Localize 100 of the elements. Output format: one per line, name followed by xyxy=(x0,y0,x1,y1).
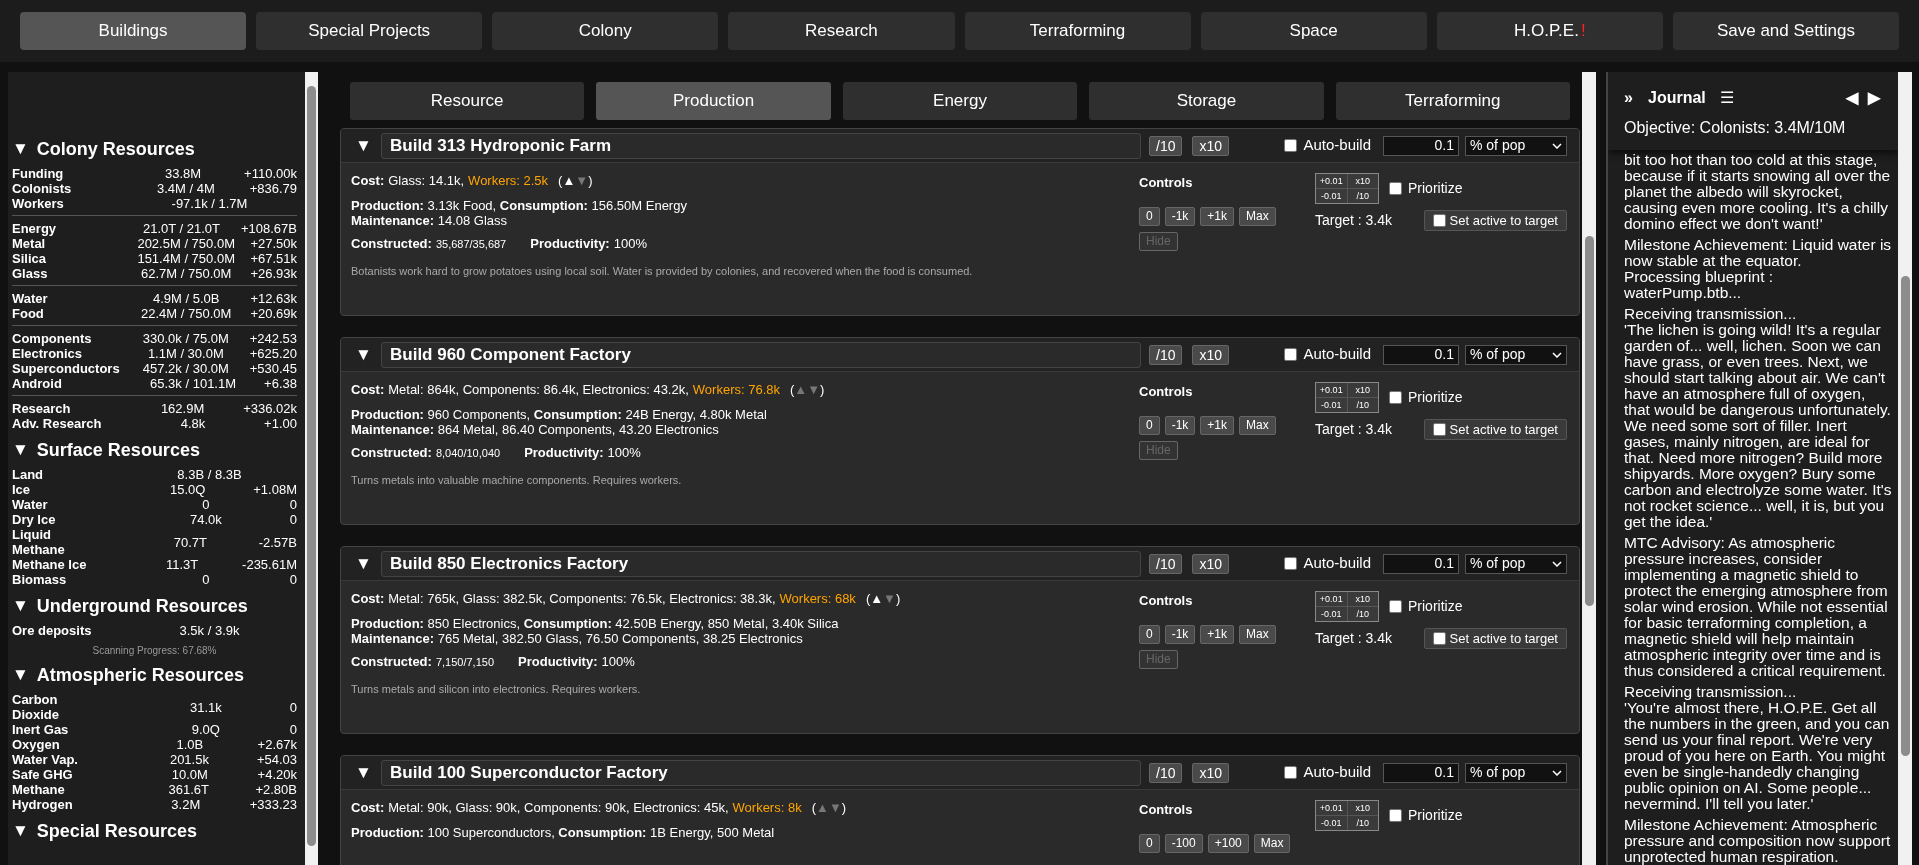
mode-select[interactable]: % of pop xyxy=(1465,553,1567,574)
step-button[interactable]: x10 xyxy=(1347,592,1378,606)
checkbox[interactable] xyxy=(1284,557,1298,570)
control-button[interactable]: 0 xyxy=(1139,415,1160,435)
control-button[interactable]: -1k xyxy=(1164,206,1196,226)
collapse-toggle[interactable]: ▼ xyxy=(355,759,381,786)
nav-tab[interactable]: Buildings xyxy=(20,12,247,50)
sub-tab[interactable]: Storage xyxy=(1089,82,1324,120)
nav-tab[interactable]: H.O.P.E.! xyxy=(1436,12,1663,50)
nav-tab[interactable]: Research xyxy=(728,12,955,50)
step-button[interactable]: +0.01 xyxy=(1316,801,1347,815)
step-button[interactable]: +0.01 xyxy=(1316,592,1347,606)
checkbox[interactable] xyxy=(1432,423,1446,436)
arrow-toggle[interactable]: ▲ xyxy=(870,591,884,606)
multiply-button[interactable]: x10 xyxy=(1192,553,1230,574)
production-line: Production: 960 Components, Consumption: 24B Energy, 4.80k Metal xyxy=(351,407,768,422)
scrollbar[interactable] xyxy=(1582,72,1596,865)
multiply-button[interactable]: x10 xyxy=(1192,762,1230,783)
nav-tab[interactable]: Save and Settings xyxy=(1672,12,1899,50)
step-button[interactable]: -0.01 xyxy=(1316,398,1347,412)
collapse-toggle[interactable]: ▼ xyxy=(12,439,29,461)
control-button[interactable]: -100 xyxy=(1164,833,1203,853)
checkbox[interactable] xyxy=(1284,766,1298,779)
next-button[interactable]: ▶ xyxy=(1868,86,1880,110)
step-button[interactable]: x10 xyxy=(1347,174,1378,188)
auto-build-input[interactable]: 0.1 xyxy=(1383,553,1459,574)
control-button[interactable]: 0 xyxy=(1139,206,1160,226)
step-button[interactable]: -0.01 xyxy=(1316,816,1347,830)
step-button[interactable]: /10 xyxy=(1347,607,1378,621)
checkbox[interactable] xyxy=(1284,139,1298,152)
collapse-toggle[interactable]: ▼ xyxy=(355,550,381,577)
step-button[interactable]: x10 xyxy=(1347,383,1378,397)
auto-build-input[interactable]: 0.1 xyxy=(1383,762,1459,783)
control-button[interactable]: +1k xyxy=(1200,624,1235,644)
control-button[interactable]: +100 xyxy=(1207,833,1249,853)
divide-button[interactable]: /10 xyxy=(1149,762,1183,783)
step-button[interactable]: x10 xyxy=(1347,801,1378,815)
previous-button[interactable]: ◀ xyxy=(1846,86,1858,110)
sub-tab[interactable]: Resource xyxy=(350,82,585,120)
mode-select[interactable]: % of pop xyxy=(1465,344,1567,365)
control-button[interactable]: Max xyxy=(1239,624,1276,644)
nav-tab[interactable]: Space xyxy=(1200,12,1427,50)
collapse-toggle[interactable]: ▼ xyxy=(12,664,29,686)
control-button[interactable]: Max xyxy=(1239,415,1276,435)
resource-amount: 330.0k / 75.0M xyxy=(141,331,230,346)
nav-tab[interactable]: Colony xyxy=(492,12,719,50)
arrow-toggle[interactable]: ▲ xyxy=(562,173,576,188)
sub-tab[interactable]: Terraforming xyxy=(1335,82,1571,120)
control-button[interactable]: -1k xyxy=(1164,415,1196,435)
step-button[interactable]: /10 xyxy=(1347,189,1378,203)
divide-button[interactable]: /10 xyxy=(1149,135,1183,156)
control-button[interactable]: Max xyxy=(1239,206,1276,226)
checkbox[interactable] xyxy=(1432,214,1446,227)
resource-amount: 1.1M / 30.0M xyxy=(146,346,225,361)
checkbox[interactable] xyxy=(1389,809,1402,822)
nav-tab[interactable]: Special Projects xyxy=(256,12,483,50)
scrollbar[interactable] xyxy=(305,72,318,865)
collapse-toggle[interactable]: ▼ xyxy=(355,341,381,368)
sub-tab[interactable]: Production xyxy=(596,82,831,120)
control-button[interactable]: 0 xyxy=(1139,624,1160,644)
control-button[interactable]: +1k xyxy=(1200,415,1235,435)
mode-select[interactable]: % of pop xyxy=(1465,135,1567,156)
step-button[interactable]: -0.01 xyxy=(1316,189,1347,203)
resource-rate: +625.20 xyxy=(249,346,297,361)
menu-icon[interactable]: ☰ xyxy=(1719,86,1734,110)
auto-build-input[interactable]: 0.1 xyxy=(1383,344,1459,365)
control-button[interactable]: Max xyxy=(1253,833,1291,853)
step-button[interactable]: +0.01 xyxy=(1316,174,1347,188)
multiply-button[interactable]: x10 xyxy=(1192,135,1230,156)
divide-button[interactable]: /10 xyxy=(1149,344,1183,365)
collapse-toggle[interactable]: ▼ xyxy=(12,138,29,160)
collapse-toggle[interactable]: » xyxy=(1624,86,1648,110)
set-active-button[interactable]: Set active to target xyxy=(1423,628,1567,649)
collapse-toggle[interactable]: ▼ xyxy=(12,820,29,842)
step-button[interactable]: /10 xyxy=(1347,816,1378,830)
collapse-toggle[interactable]: ▼ xyxy=(12,595,29,617)
resource-amount: 33.8M xyxy=(164,166,203,181)
control-button[interactable]: +1k xyxy=(1200,206,1235,226)
checkbox[interactable] xyxy=(1432,632,1446,645)
auto-build-input[interactable]: 0.1 xyxy=(1383,135,1459,156)
set-active-button[interactable]: Set active to target xyxy=(1423,210,1567,231)
checkbox[interactable] xyxy=(1284,348,1298,361)
mode-select[interactable]: % of pop xyxy=(1465,762,1567,783)
checkbox[interactable] xyxy=(1389,600,1402,613)
nav-tab[interactable]: Terraforming xyxy=(964,12,1191,50)
sub-tab[interactable]: Energy xyxy=(842,82,1078,120)
target-label: Target : 3.4k xyxy=(1315,420,1393,439)
step-button[interactable]: +0.01 xyxy=(1316,383,1347,397)
multiply-button[interactable]: x10 xyxy=(1192,344,1230,365)
checkbox[interactable] xyxy=(1389,391,1402,404)
control-button[interactable]: 0 xyxy=(1139,833,1160,853)
scrollbar[interactable] xyxy=(1898,72,1912,865)
divide-button[interactable]: /10 xyxy=(1149,553,1183,574)
checkbox[interactable] xyxy=(1389,182,1402,195)
set-active-button[interactable]: Set active to target xyxy=(1423,419,1567,440)
step-button[interactable]: -0.01 xyxy=(1316,607,1347,621)
step-button[interactable]: /10 xyxy=(1347,398,1378,412)
control-button[interactable]: -1k xyxy=(1164,624,1196,644)
collapse-toggle[interactable]: ▼ xyxy=(355,132,381,159)
resource-rate: +2.80B xyxy=(255,782,297,797)
